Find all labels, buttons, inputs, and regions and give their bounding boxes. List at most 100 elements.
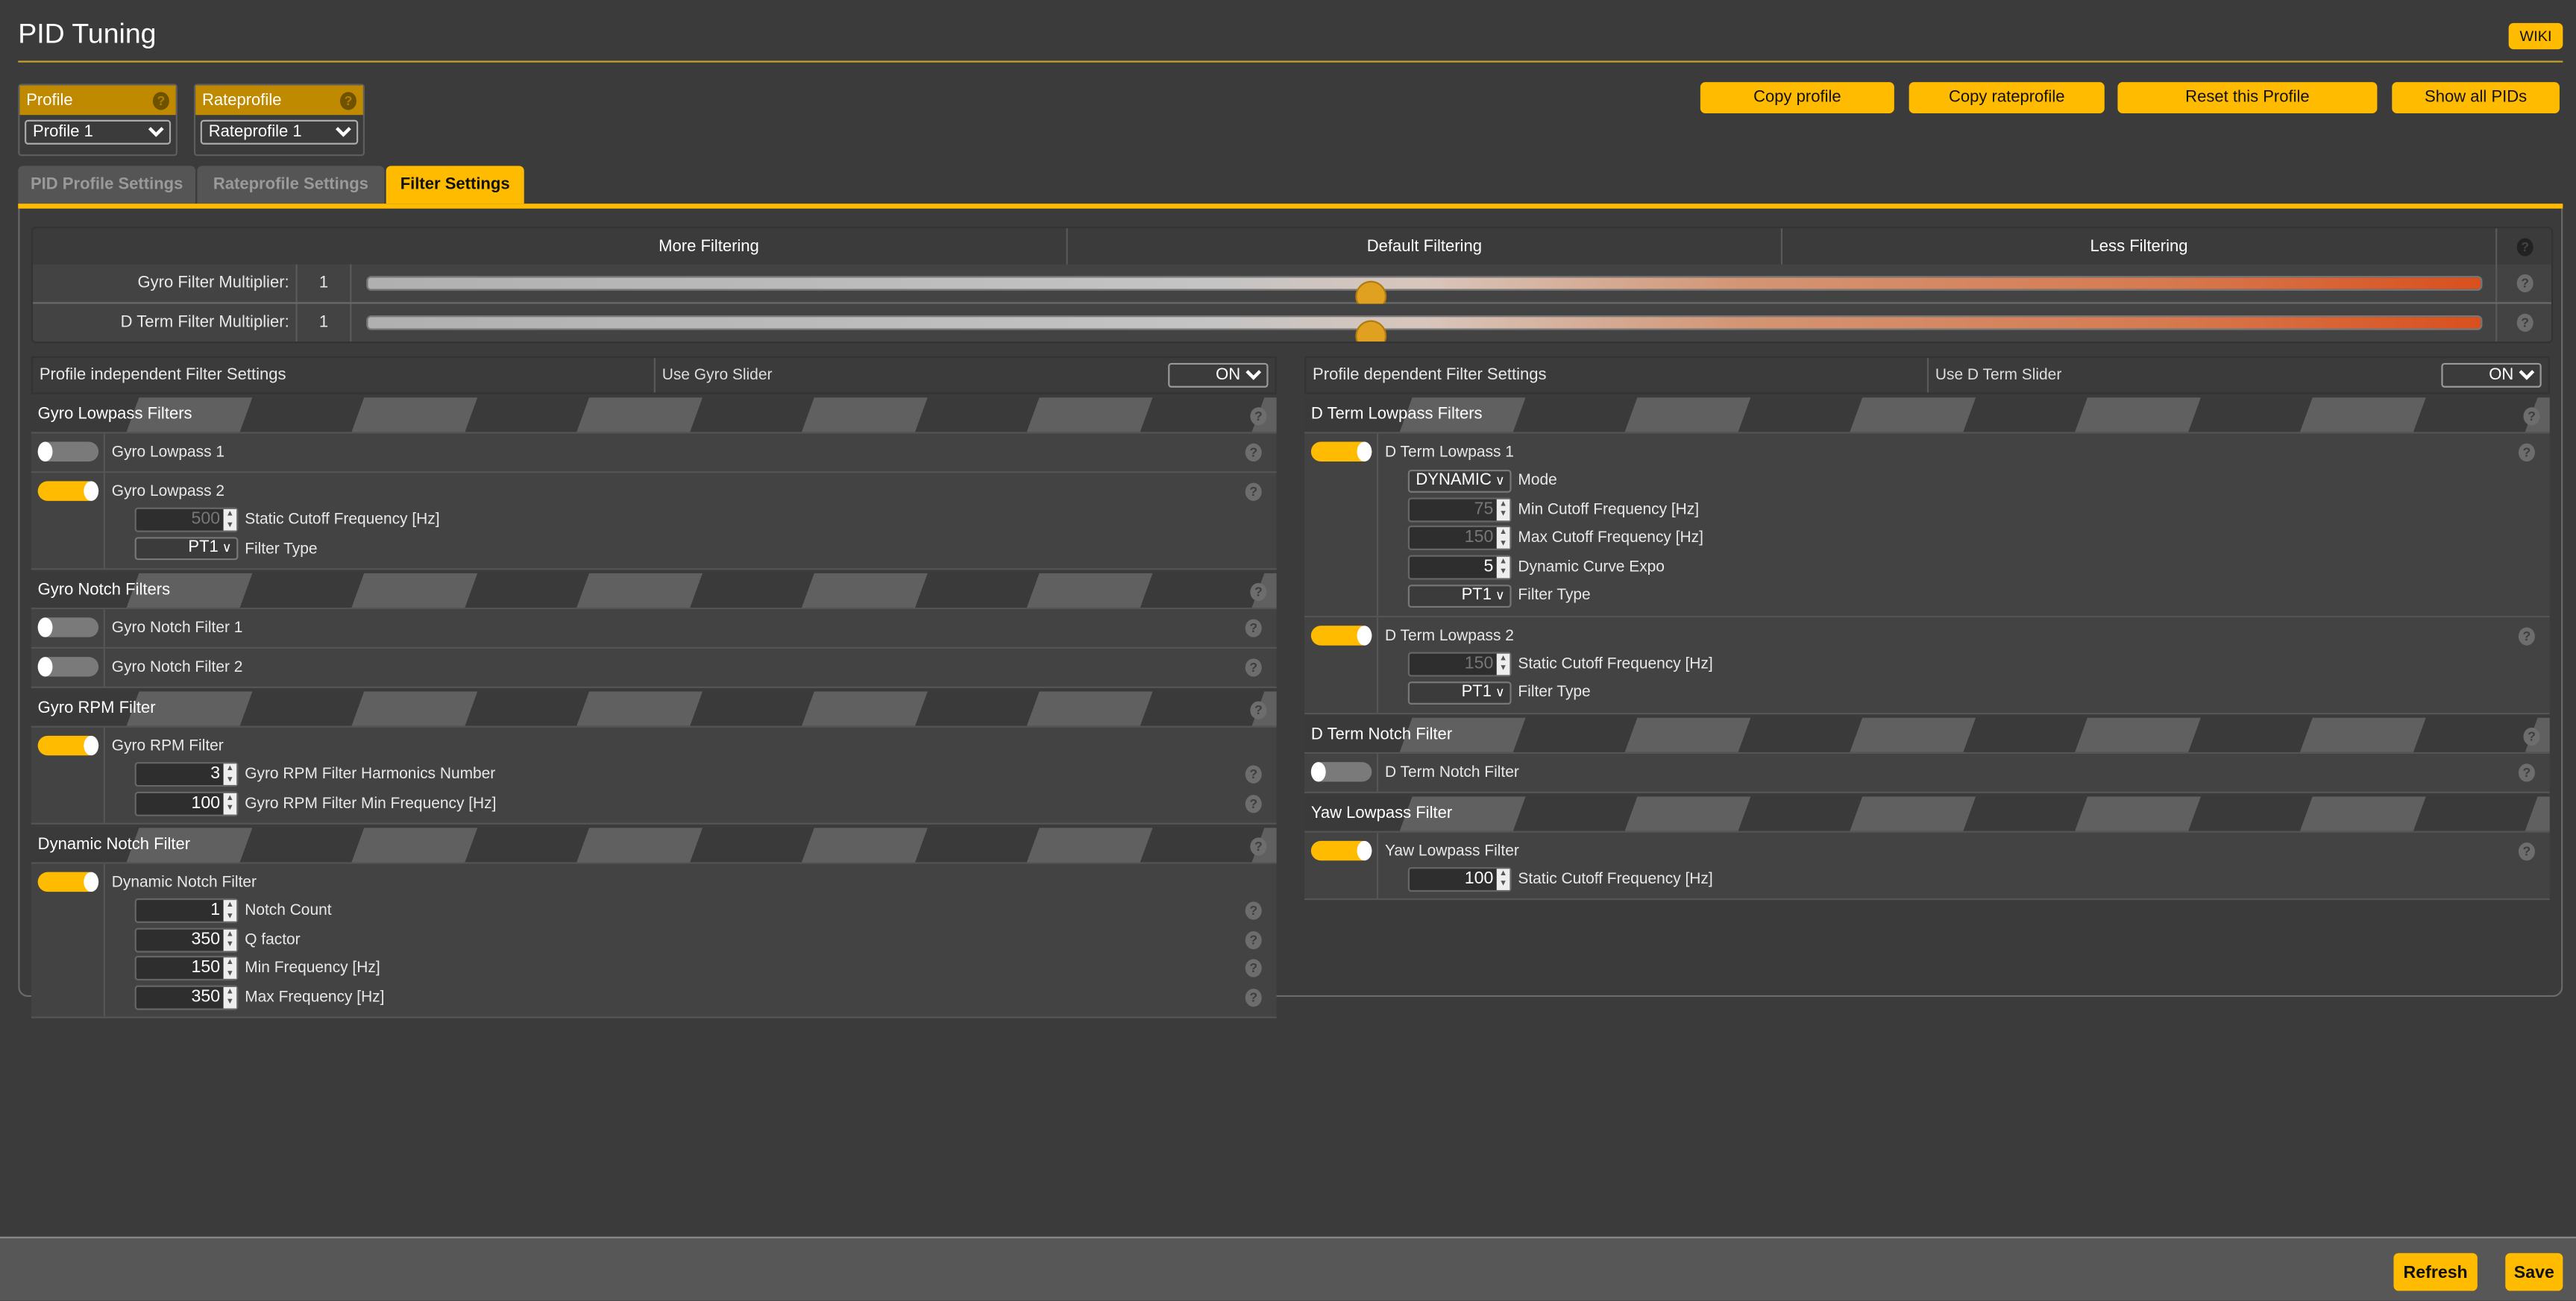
gyro-multiplier-slider[interactable] bbox=[366, 276, 2483, 312]
dterm-multiplier-slider[interactable] bbox=[366, 315, 2483, 342]
select-input[interactable]: DYNAMIC ∨ bbox=[1407, 469, 1512, 493]
filter-label: Gyro RPM Filter bbox=[111, 737, 224, 756]
number-input[interactable]: 1 ▲ ▼ bbox=[134, 898, 239, 924]
help-icon[interactable]: ? bbox=[1245, 443, 1262, 462]
enable-toggle[interactable] bbox=[1310, 839, 1372, 860]
enable-toggle[interactable] bbox=[1310, 625, 1372, 645]
slider-header-help: ? bbox=[2495, 228, 2551, 265]
help-icon[interactable]: ? bbox=[2523, 407, 2540, 426]
profile-independent-filters: Profile independent Filter Settings Use … bbox=[31, 356, 1277, 1018]
section-title: Gyro Notch Filters bbox=[37, 581, 171, 600]
spinner-arrows-icon[interactable]: ▲ ▼ bbox=[1496, 499, 1510, 520]
number-input[interactable]: 100 ▲ ▼ bbox=[134, 791, 239, 816]
filter-content: Yaw Lowpass Filter? 100 ▲ ▼ Static Cutoff Fr… bbox=[1378, 832, 2550, 898]
copy-rateprofile-button[interactable]: Copy rateprofile bbox=[1909, 82, 2105, 113]
enable-toggle[interactable] bbox=[37, 481, 99, 501]
help-icon[interactable]: ? bbox=[2518, 443, 2535, 462]
field-row: 500 ▲ ▼ Static Cutoff Frequency [Hz] bbox=[134, 505, 1277, 535]
tab-rateprofile-settings[interactable]: Rateprofile Settings bbox=[197, 166, 385, 204]
field-row: 100 ▲ ▼ Static Cutoff Frequency [Hz] bbox=[1407, 865, 2550, 894]
help-icon[interactable]: ? bbox=[339, 91, 357, 110]
spinner-arrows-icon[interactable]: ▲ ▼ bbox=[1496, 653, 1510, 675]
help-icon[interactable]: ? bbox=[1245, 901, 1262, 921]
spinner-arrows-icon[interactable]: ▲ ▼ bbox=[223, 957, 237, 980]
spinner-arrows-icon[interactable]: ▲ ▼ bbox=[223, 763, 237, 786]
save-button[interactable]: Save bbox=[2505, 1253, 2563, 1291]
help-icon[interactable]: ? bbox=[2516, 237, 2533, 256]
help-icon[interactable]: ? bbox=[1250, 837, 1267, 856]
help-icon[interactable]: ? bbox=[1245, 930, 1262, 949]
enable-toggle[interactable] bbox=[37, 441, 99, 462]
help-icon[interactable]: ? bbox=[1245, 988, 1262, 1007]
help-icon[interactable]: ? bbox=[2518, 763, 2535, 781]
show-all-pids-button[interactable]: Show all PIDs bbox=[2392, 82, 2560, 113]
enable-toggle[interactable] bbox=[37, 617, 99, 637]
help-icon[interactable]: ? bbox=[1245, 482, 1262, 501]
refresh-button[interactable]: Refresh bbox=[2393, 1253, 2478, 1291]
select-input[interactable]: PT1 ∨ bbox=[1407, 681, 1512, 705]
field-row: PT1 ∨ Filter Type bbox=[134, 535, 1277, 564]
rateprofile-select[interactable]: Rateprofile 1 bbox=[200, 119, 359, 145]
tab-pid-profile-settings[interactable]: PID Profile Settings bbox=[18, 166, 196, 204]
filter-content: D Term Lowpass 2? 150 ▲ ▼ Static Cutoff Freq… bbox=[1378, 617, 2550, 712]
filter-content: Gyro RPM Filter 3 ▲ ▼ Gyro RPM Filter Harmon… bbox=[105, 728, 1277, 823]
help-icon[interactable]: ? bbox=[1245, 794, 1262, 813]
use-gyro-slider-select[interactable]: ON bbox=[1168, 362, 1269, 388]
help-icon[interactable]: ? bbox=[1245, 619, 1262, 637]
help-icon[interactable]: ? bbox=[2516, 313, 2533, 332]
enable-toggle[interactable] bbox=[1310, 760, 1372, 781]
copy-profile-button[interactable]: Copy profile bbox=[1700, 82, 1894, 113]
toggle-cell bbox=[31, 473, 105, 569]
help-icon[interactable]: ? bbox=[2518, 626, 2535, 645]
help-icon[interactable]: ? bbox=[1245, 766, 1262, 784]
number-input[interactable]: 100 ▲ ▼ bbox=[1407, 866, 1512, 892]
filter-label: D Term Lowpass 1 bbox=[1384, 443, 1514, 462]
spinner-arrows-icon[interactable]: ▲ ▼ bbox=[223, 900, 237, 922]
use-dterm-slider-select[interactable]: ON bbox=[2441, 362, 2542, 388]
enable-toggle[interactable] bbox=[1310, 441, 1372, 462]
more-filtering-label: More Filtering bbox=[351, 228, 1068, 265]
help-icon[interactable]: ? bbox=[1250, 582, 1267, 602]
spinner-arrows-icon[interactable]: ▲ ▼ bbox=[223, 793, 237, 815]
spinner-arrows-icon[interactable]: ▲ ▼ bbox=[223, 986, 237, 1008]
gyro-filter-multiplier-row: Gyro Filter Multiplier: 1 ? bbox=[33, 264, 2551, 312]
column-title: Profile independent Filter Settings bbox=[33, 358, 656, 393]
enable-toggle[interactable] bbox=[37, 657, 99, 677]
filter-item: Dynamic Notch Filter 1 ▲ ▼ Notch Count? 350 ▲ ▼… bbox=[31, 863, 1277, 1018]
number-input[interactable]: 3 ▲ ▼ bbox=[134, 762, 239, 787]
section-header: Dynamic Notch Filter? bbox=[31, 828, 1277, 864]
footer-bar: Refresh Save bbox=[0, 1236, 2576, 1301]
tab-filter-settings[interactable]: Filter Settings bbox=[386, 166, 524, 204]
filter-content: Dynamic Notch Filter 1 ▲ ▼ Notch Count? 350 ▲ ▼… bbox=[105, 864, 1277, 1017]
help-icon[interactable]: ? bbox=[1250, 407, 1267, 426]
help-icon[interactable]: ? bbox=[152, 91, 169, 110]
number-input[interactable]: 350 ▲ ▼ bbox=[134, 985, 239, 1010]
spinner-arrows-icon[interactable]: ▲ ▼ bbox=[1496, 556, 1510, 578]
section-title: Dynamic Notch Filter bbox=[37, 836, 191, 854]
filter-item: Gyro Lowpass 2? 500 ▲ ▼ Static Cutoff Freque… bbox=[31, 473, 1277, 570]
help-icon[interactable]: ? bbox=[1245, 959, 1262, 978]
help-icon[interactable]: ? bbox=[1245, 658, 1262, 677]
help-icon[interactable]: ? bbox=[2523, 726, 2540, 745]
help-icon[interactable]: ? bbox=[2516, 274, 2533, 293]
select-input[interactable]: PT1 ∨ bbox=[134, 537, 239, 561]
enable-toggle[interactable] bbox=[37, 735, 99, 756]
filter-item: D Term Lowpass 2? 150 ▲ ▼ Static Cutoff Freq… bbox=[1304, 617, 2550, 714]
field-label: Max Frequency [Hz] bbox=[245, 988, 385, 1007]
spinner-arrows-icon[interactable]: ▲ ▼ bbox=[1496, 527, 1510, 549]
profile-select[interactable]: Profile 1 bbox=[25, 119, 172, 145]
spinner-arrows-icon[interactable]: ▲ ▼ bbox=[223, 509, 237, 532]
slider-thumb[interactable] bbox=[1354, 320, 1386, 342]
wiki-button[interactable]: WIKI bbox=[2508, 22, 2563, 50]
help-icon[interactable]: ? bbox=[1250, 701, 1267, 719]
field-row: 5 ▲ ▼ Dynamic Curve Expo bbox=[1407, 552, 2550, 582]
reset-profile-button[interactable]: Reset this Profile bbox=[2117, 82, 2378, 113]
select-input[interactable]: PT1 ∨ bbox=[1407, 584, 1512, 608]
spinner-arrows-icon[interactable]: ▲ ▼ bbox=[1496, 868, 1510, 890]
spinner-arrows-icon[interactable]: ▲ ▼ bbox=[223, 929, 237, 951]
enable-toggle[interactable] bbox=[37, 872, 99, 892]
number-input[interactable]: 150 ▲ ▼ bbox=[134, 956, 239, 981]
number-input[interactable]: 5 ▲ ▼ bbox=[1407, 554, 1512, 580]
help-icon[interactable]: ? bbox=[2518, 841, 2535, 860]
number-input[interactable]: 350 ▲ ▼ bbox=[134, 927, 239, 953]
